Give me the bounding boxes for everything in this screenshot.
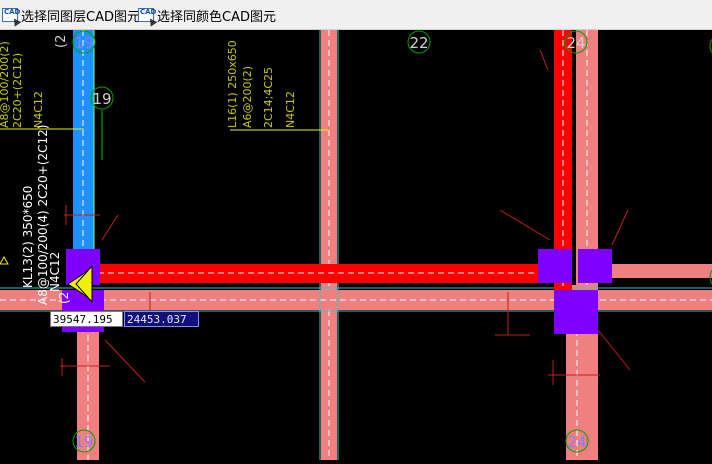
beam-label: L16(1) 250x650: [226, 40, 239, 128]
rebar-text: 2C14;4C25: [262, 67, 275, 128]
axis-label: 19: [92, 90, 111, 108]
dim-line: [611, 209, 629, 246]
toolbar: CAD 选择同图层CAD图元 CAD 选择同颜色CAD图元: [0, 0, 712, 30]
rebar-text: N4C12: [32, 91, 45, 128]
axis-label: 19: [74, 34, 93, 52]
drawing[interactable]: 19 22 24 19 19 24 (2 A8@100/200(2) 2C20+…: [0, 30, 712, 460]
select-same-color-button[interactable]: CAD 选择同颜色CAD图元: [138, 4, 276, 27]
coord-y-input[interactable]: 24453.037: [124, 311, 199, 327]
dim-line: [104, 339, 146, 383]
dim-line: [499, 209, 551, 241]
rebar-text: (2: [57, 292, 71, 304]
column[interactable]: [578, 249, 612, 283]
rebar-text: A8@100/200(2): [0, 41, 11, 128]
dim-line: [101, 214, 119, 241]
axis-label: 24: [566, 34, 585, 52]
select-same-color-label: 选择同颜色CAD图元: [157, 9, 276, 25]
coord-x-input[interactable]: 39547.195: [50, 311, 123, 327]
dim-line: [597, 329, 631, 371]
beam-label: KL13(2) 350*650: [21, 186, 35, 288]
dim-line: [539, 49, 549, 71]
rebar-text: N4C12: [48, 252, 62, 292]
select-same-layer-label: 选择同图层CAD图元: [21, 9, 140, 25]
rebar-text: 2C20+(2C12): [11, 53, 24, 128]
beam-pink-horizontal[interactable]: [612, 264, 712, 278]
column[interactable]: [554, 290, 598, 334]
rebar-text: N4C12: [284, 91, 297, 128]
cad-canvas[interactable]: 19 22 24 19 19 24 (2 A8@100/200(2) 2C20+…: [0, 30, 712, 460]
axis-label: 22: [409, 34, 428, 52]
column[interactable]: [538, 249, 572, 283]
partial-label: (2: [54, 35, 69, 48]
axis-label: 19: [74, 433, 93, 451]
cad-select-icon: CAD: [138, 8, 158, 27]
select-same-layer-button[interactable]: CAD 选择同图层CAD图元: [2, 4, 140, 27]
rebar-text: A6@200(2): [241, 66, 254, 128]
cad-select-icon: CAD: [2, 8, 22, 27]
axis-label: 24: [567, 433, 586, 451]
small-triangle-icon: [0, 255, 9, 265]
